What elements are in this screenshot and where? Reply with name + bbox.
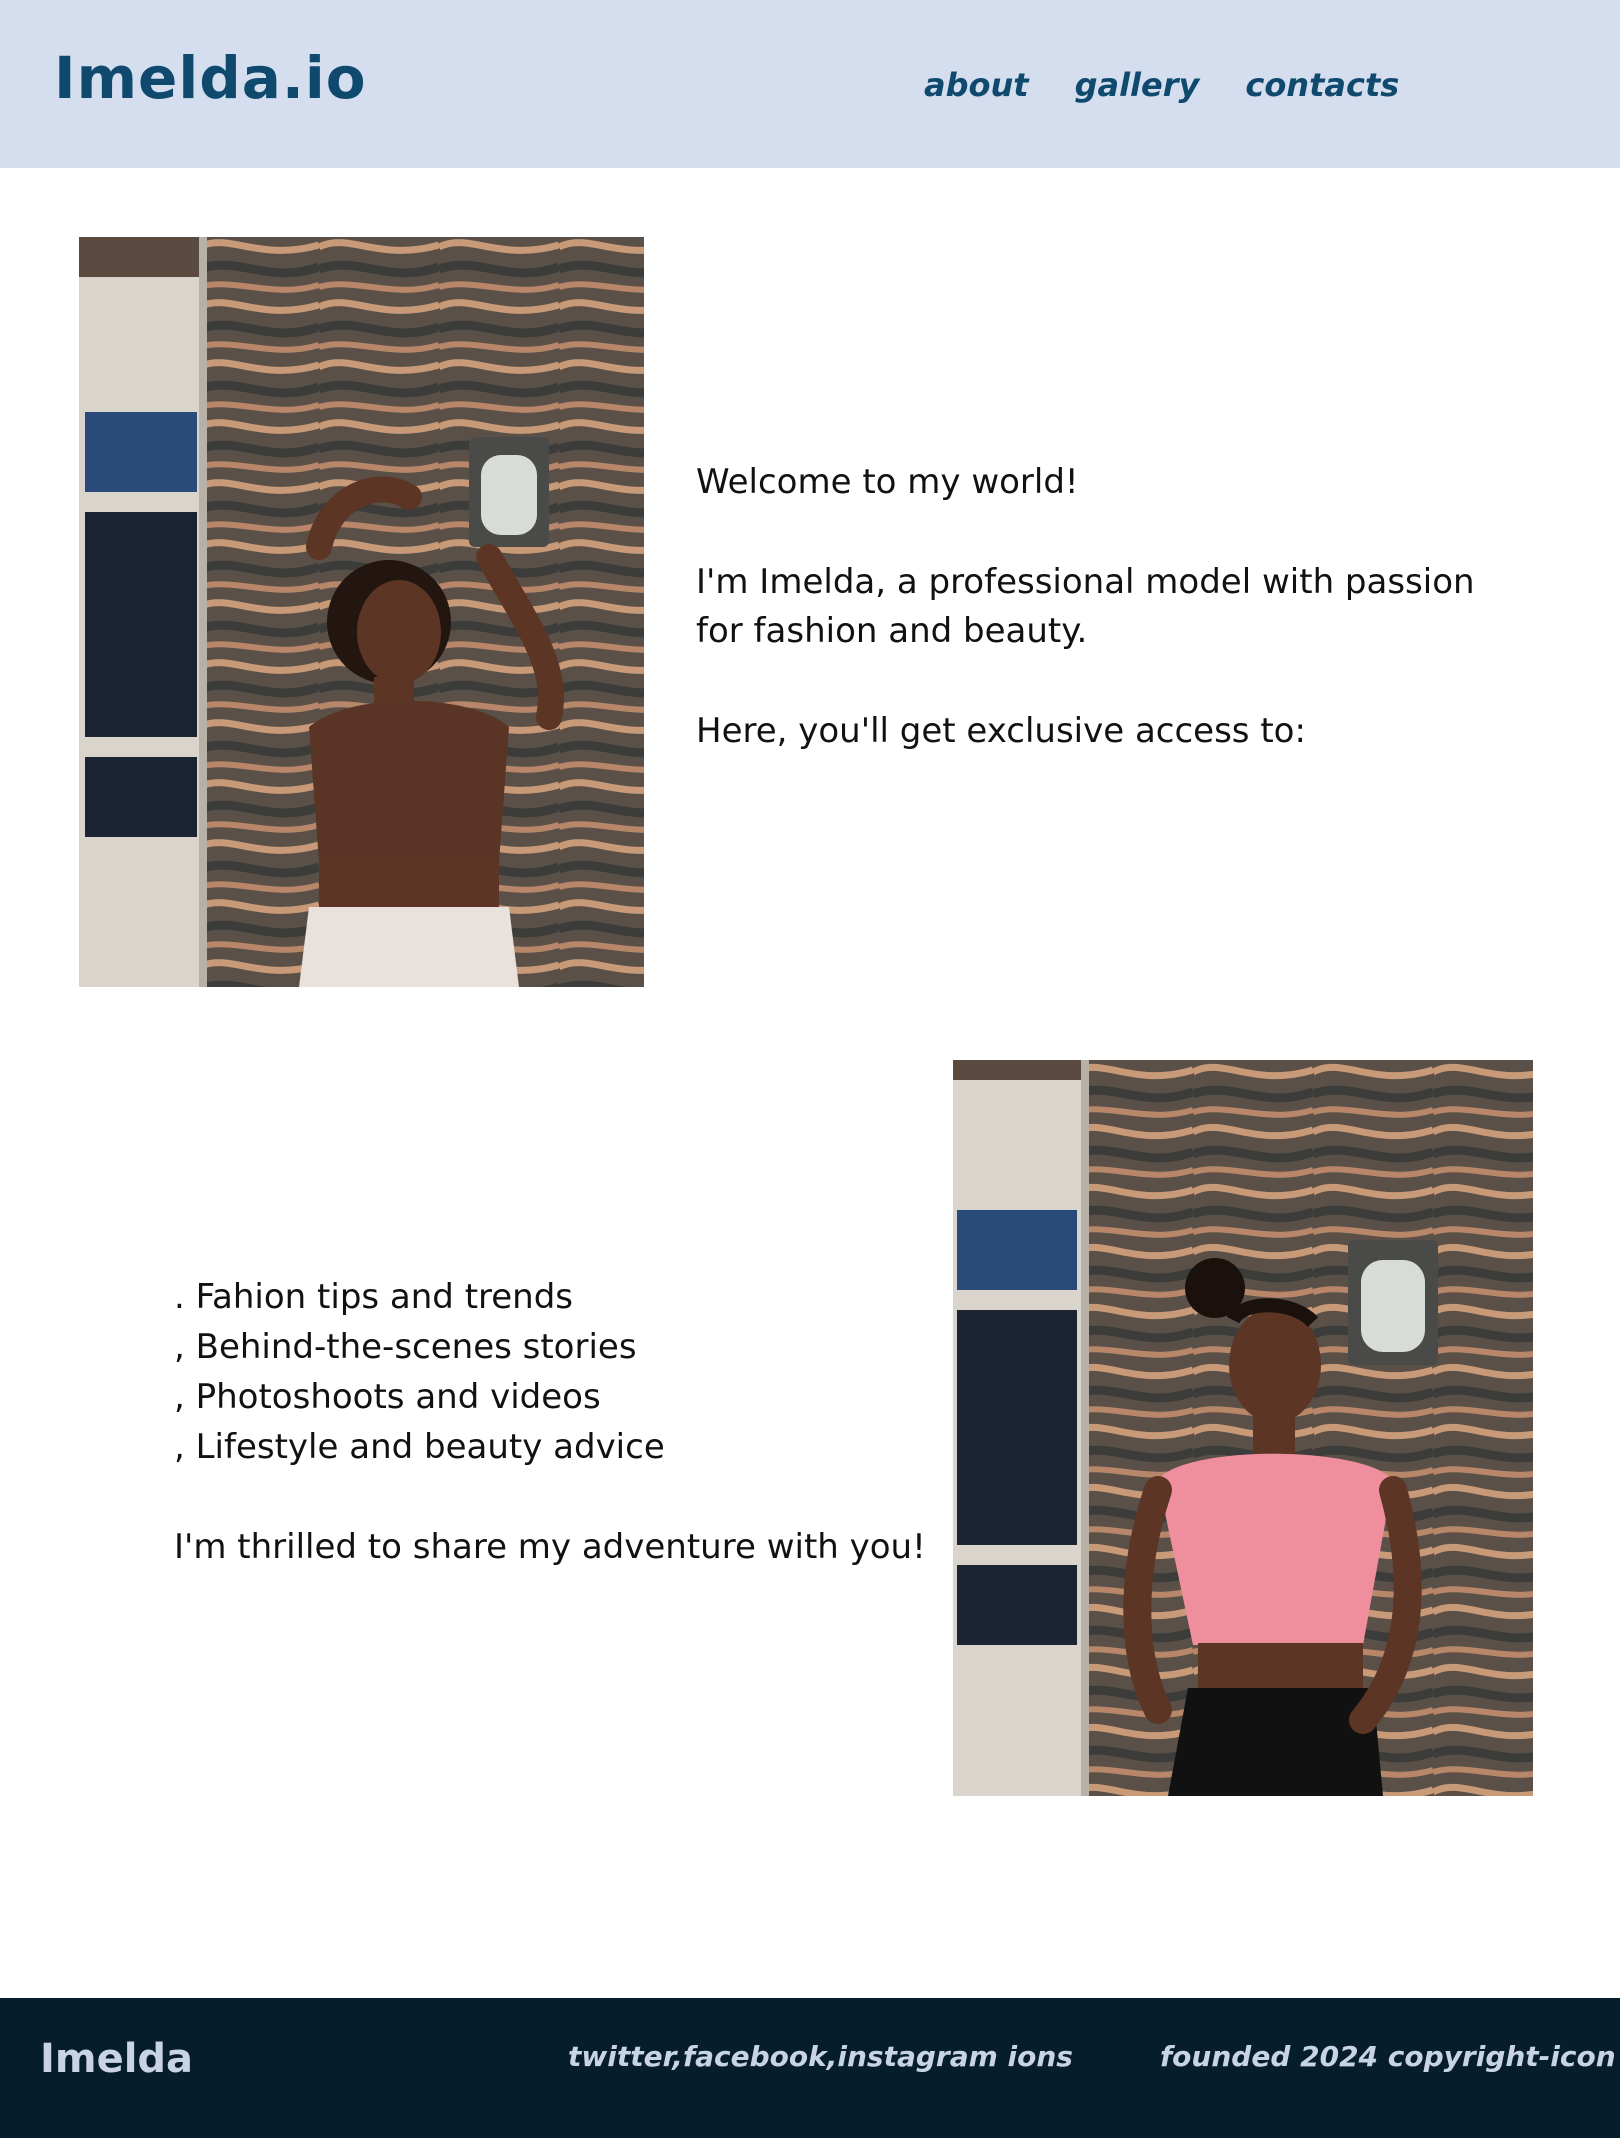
footer-brand: Imelda [40, 2036, 194, 2082]
footer-copyright: founded 2024 copyright-icon [1160, 2040, 1616, 2073]
intro-section: Welcome to my world! I'm Imelda, a profe… [696, 458, 1496, 756]
list-item: , Lifestyle and beauty advice [174, 1427, 665, 1467]
list-item: , Behind-the-scenes stories [174, 1327, 637, 1367]
welcome-text: Welcome to my world! [696, 462, 1079, 502]
access-text: Here, you'll get exclusive access to: [696, 711, 1306, 751]
features-list: . Fahion tips and trends , Behind-the-sc… [174, 1272, 934, 1472]
list-item: , Photoshoots and videos [174, 1377, 601, 1417]
closing-text: I'm thrilled to share my adventure with … [174, 1527, 926, 1567]
site-header: Imelda.io about gallery contacts [0, 0, 1620, 168]
model-photo-brown-top [79, 237, 644, 987]
nav-link-about[interactable]: about [924, 66, 1029, 104]
footer-social-links[interactable]: twitter,facebook,instagram ions [568, 2040, 1073, 2073]
model-photo-pink-top-illustration [953, 1060, 1533, 1796]
site-logo[interactable]: Imelda.io [54, 44, 367, 112]
list-item: . Fahion tips and trends [174, 1277, 574, 1317]
bio-text: I'm Imelda, a professional model with pa… [696, 562, 1475, 651]
nav-link-gallery[interactable]: gallery [1075, 66, 1200, 104]
nav-link-contacts[interactable]: contacts [1245, 66, 1399, 104]
main-nav: about gallery contacts [924, 66, 1399, 104]
model-photo-brown-top-illustration [79, 237, 644, 987]
features-section: . Fahion tips and trends , Behind-the-sc… [174, 1272, 934, 1572]
site-footer: Imelda twitter,facebook,instagram ions f… [0, 1998, 1620, 2138]
model-photo-pink-top [953, 1060, 1533, 1796]
